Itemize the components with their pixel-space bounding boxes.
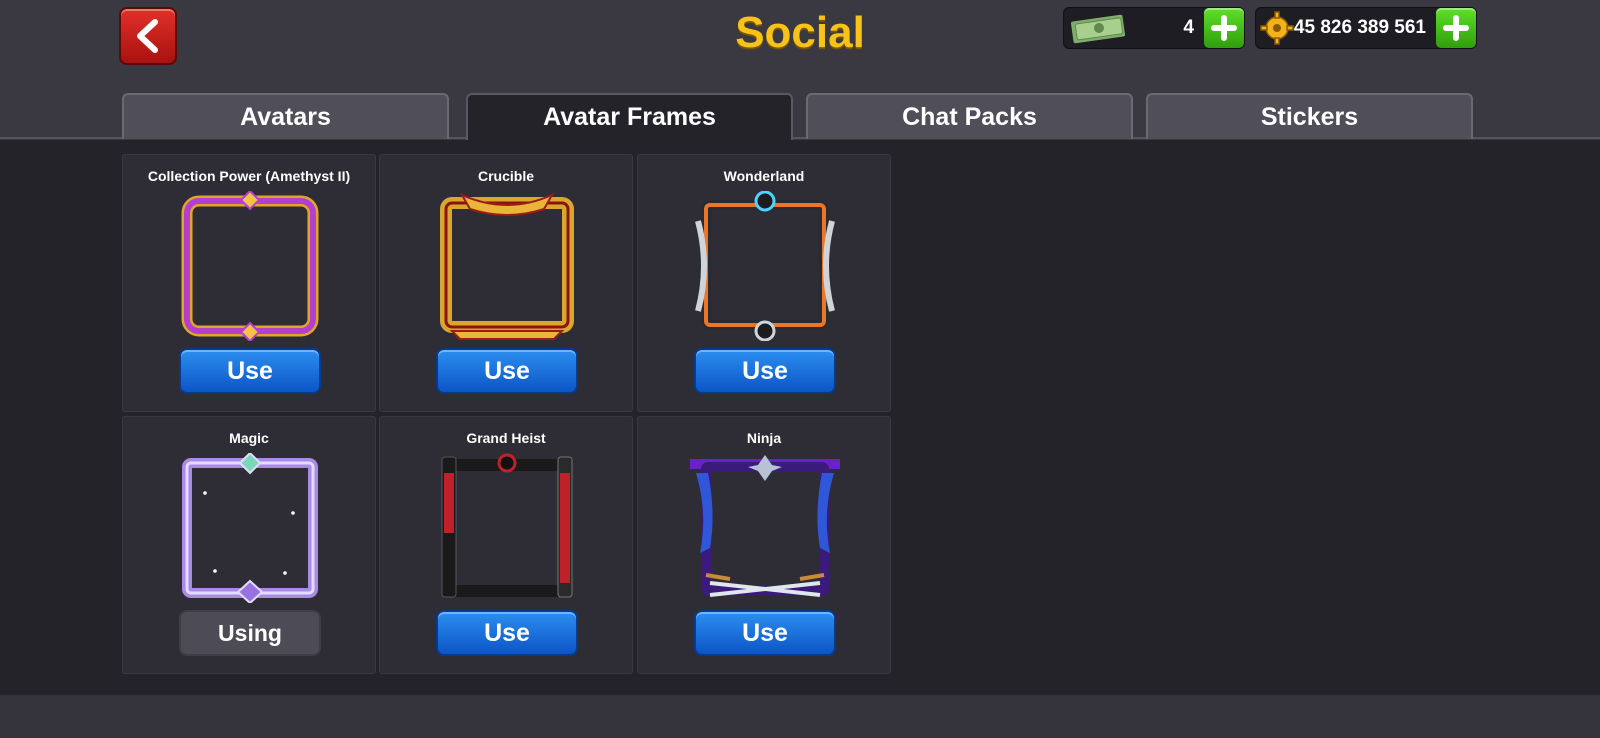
frame-name: Crucible (477, 168, 534, 184)
page-title: Social (735, 8, 865, 57)
frame-wonderland-icon (695, 191, 835, 341)
cash-balance: 4 (1063, 7, 1245, 49)
plus-icon (1211, 15, 1237, 41)
frame-amethyst-icon (181, 191, 319, 341)
add-coins-button[interactable] (1436, 8, 1476, 48)
use-button[interactable]: Use (179, 348, 321, 394)
use-button[interactable]: Use (436, 348, 578, 394)
plus-icon (1443, 15, 1469, 41)
bottom-bar (0, 695, 1600, 738)
frame-card[interactable]: Crucible Use (379, 154, 633, 412)
using-button: Using (179, 610, 321, 656)
frame-card[interactable]: Magic Using (122, 416, 376, 674)
frame-name: Grand Heist (466, 430, 546, 446)
tab-chat-packs[interactable]: Chat Packs (806, 93, 1133, 139)
frame-crucible-icon (440, 192, 574, 340)
back-button[interactable] (119, 7, 177, 65)
frame-card[interactable]: Ninja Use (637, 416, 891, 674)
use-button[interactable]: Use (694, 610, 836, 656)
add-cash-button[interactable] (1204, 8, 1244, 48)
tab-stickers[interactable]: Stickers (1146, 93, 1473, 139)
coin-value: 45 826 389 561 (1293, 17, 1426, 38)
frame-card[interactable]: Grand Heist Use (379, 416, 633, 674)
cash-value: 4 (1183, 17, 1194, 38)
use-button[interactable]: Use (694, 348, 836, 394)
tab-avatar-frames[interactable]: Avatar Frames (466, 93, 793, 140)
cash-bill-icon (1070, 14, 1126, 44)
frame-name: Collection Power (Amethyst II) (147, 168, 351, 184)
use-button[interactable]: Use (436, 610, 578, 656)
frame-card[interactable]: Wonderland Use (637, 154, 891, 412)
frame-card[interactable]: Collection Power (Amethyst II) Use (122, 154, 376, 412)
frame-ninja-icon (690, 455, 840, 597)
chevron-left-icon (137, 19, 158, 53)
coin-balance: 45 826 389 561 (1255, 7, 1477, 49)
frame-name: Magic (229, 430, 269, 446)
frame-grand-heist-icon (441, 453, 573, 598)
tab-avatars[interactable]: Avatars (122, 93, 449, 139)
frame-name: Wonderland (723, 168, 805, 184)
frame-magic-icon (182, 453, 318, 603)
frame-name: Ninja (746, 430, 782, 446)
coin-gear-icon (1260, 11, 1294, 45)
